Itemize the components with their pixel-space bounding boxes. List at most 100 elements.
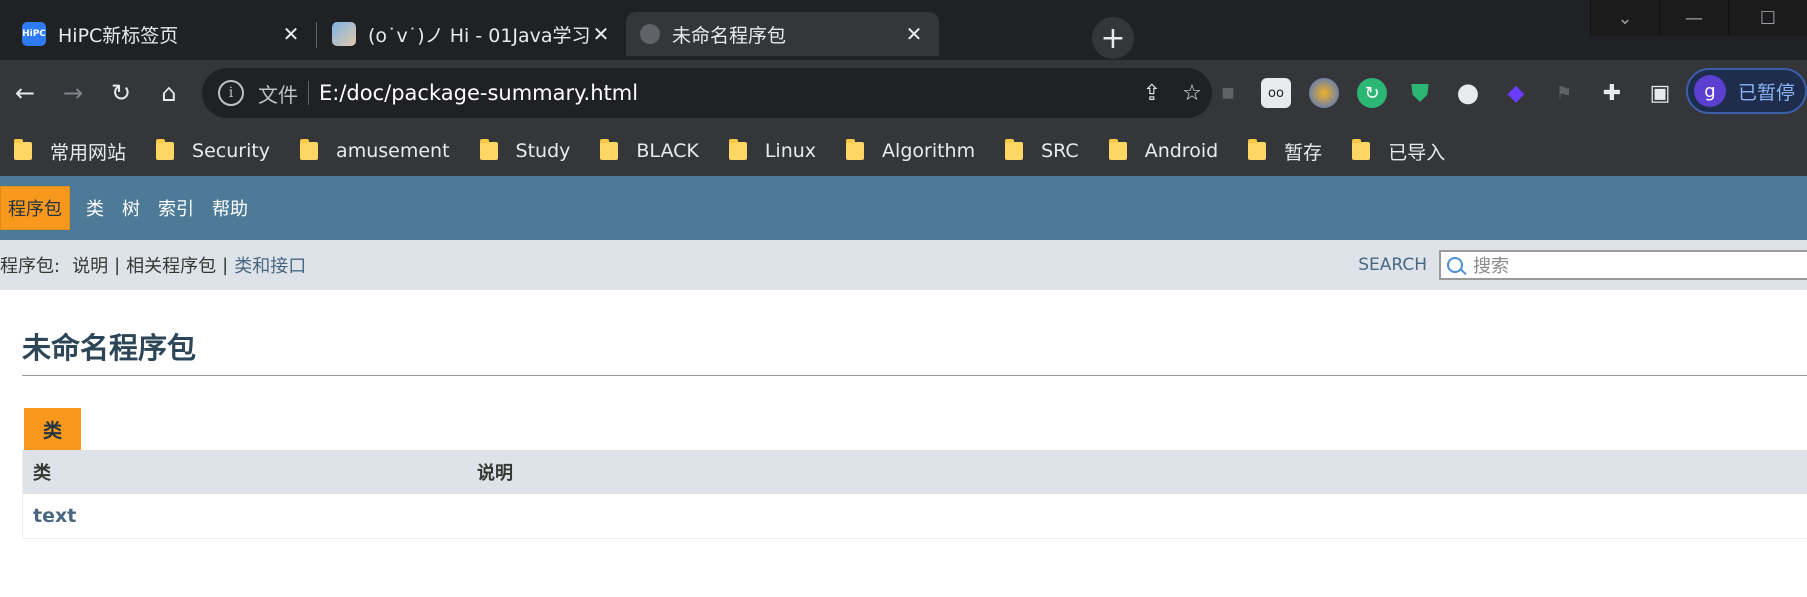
folder-icon bbox=[1248, 139, 1267, 160]
folder-icon bbox=[156, 139, 175, 160]
folder-icon bbox=[1352, 139, 1371, 160]
extension-layers-icon[interactable]: ◆ bbox=[1501, 78, 1531, 108]
extension-circle-icon[interactable]: ● bbox=[1453, 78, 1483, 108]
new-tab-button[interactable]: + bbox=[1092, 17, 1134, 59]
extension-shield-icon[interactable]: ⛊ bbox=[1405, 78, 1435, 108]
search-label: SEARCH bbox=[1358, 255, 1427, 275]
forward-icon[interactable]: → bbox=[54, 74, 92, 112]
search-placeholder: 搜索 bbox=[1473, 256, 1509, 277]
site-info-icon[interactable]: i bbox=[218, 80, 244, 106]
bookmark-label: 暂存 bbox=[1284, 141, 1323, 164]
table-row: text bbox=[23, 494, 1807, 538]
extension-refresh-icon[interactable]: ↻ bbox=[1357, 78, 1387, 108]
javadoc-sub-nav: 程序包: 说明 | 相关程序包 | 类和接口 SEARCH 搜索 bbox=[0, 240, 1807, 290]
extension-h-icon[interactable]: ■ bbox=[1213, 78, 1243, 108]
bookmark-label: SRC bbox=[1041, 140, 1079, 162]
tab-search-icon[interactable]: ⌄ bbox=[1590, 0, 1659, 36]
bookmark-folder[interactable]: BLACK bbox=[600, 139, 699, 162]
folder-icon bbox=[728, 139, 747, 160]
bookmark-star-icon[interactable]: ☆ bbox=[1172, 81, 1212, 106]
tab-title: HiPC新标签页 bbox=[58, 24, 179, 47]
bookmark-label: Algorithm bbox=[882, 140, 976, 162]
share-icon[interactable]: ⇪ bbox=[1132, 81, 1172, 106]
folder-icon bbox=[300, 139, 319, 160]
folder-icon bbox=[14, 139, 32, 160]
nav-help-link[interactable]: 帮助 bbox=[212, 195, 248, 221]
address-bar[interactable]: i 文件 E:/doc/package-summary.html ⇪ ☆ bbox=[202, 68, 1212, 118]
nav-tree-link[interactable]: 树 bbox=[122, 195, 140, 221]
tab-title: (o˙v˙)ノ Hi - 01Java学习_概述 bbox=[368, 24, 590, 47]
bookmark-label: 常用网站 bbox=[50, 141, 127, 164]
search-input[interactable]: 搜索 bbox=[1439, 250, 1807, 280]
close-tab-icon[interactable]: ✕ bbox=[280, 22, 302, 46]
side-panel-icon[interactable]: ▣ bbox=[1645, 78, 1675, 108]
extension-color-icon[interactable] bbox=[1309, 78, 1339, 108]
folder-icon bbox=[846, 139, 865, 160]
maximize-icon[interactable]: ☐ bbox=[1728, 0, 1807, 36]
anime-favicon-icon bbox=[332, 22, 356, 46]
folder-icon bbox=[1005, 139, 1024, 160]
profile-button[interactable]: g 已暂停 bbox=[1686, 68, 1807, 114]
reload-icon[interactable]: ↻ bbox=[102, 74, 140, 112]
column-header-class: 类 bbox=[33, 463, 51, 484]
bookmarks-bar: 常用网站 Security amusement Study BLACK Linu… bbox=[0, 126, 1807, 176]
extension-bookmark-icon[interactable]: ⚑ bbox=[1549, 78, 1579, 108]
globe-favicon-icon bbox=[640, 24, 660, 44]
bookmark-folder[interactable]: 暂存 bbox=[1248, 138, 1322, 165]
tab-java-study[interactable]: (o˙v˙)ノ Hi - 01Java学习_概述 ✕ bbox=[318, 12, 626, 56]
search-icon bbox=[1447, 257, 1463, 273]
bookmark-label: Android bbox=[1144, 140, 1219, 162]
close-tab-icon[interactable]: ✕ bbox=[903, 22, 925, 46]
bookmark-folder[interactable]: SRC bbox=[1005, 139, 1079, 162]
title-divider bbox=[22, 375, 1807, 376]
bookmark-folder[interactable]: Study bbox=[479, 139, 571, 162]
subnav-classes-link[interactable]: 类和接口 bbox=[234, 252, 306, 278]
bookmark-folder[interactable]: Security bbox=[156, 139, 271, 162]
subnav-separator: | bbox=[114, 254, 121, 276]
profile-status: 已暂停 bbox=[1738, 81, 1796, 104]
home-icon[interactable]: ⌂ bbox=[150, 74, 188, 112]
class-link[interactable]: text bbox=[23, 505, 477, 527]
nav-package-active: 程序包 bbox=[0, 186, 70, 230]
bookmark-label: amusement bbox=[336, 140, 450, 162]
subnav-description: 说明 bbox=[72, 256, 109, 277]
file-scheme-label: 文件 bbox=[258, 82, 298, 107]
back-icon[interactable]: ← bbox=[6, 74, 44, 112]
tab-package-summary[interactable]: 未命名程序包 ✕ bbox=[626, 12, 939, 56]
browser-toolbar: ← → ↻ ⌂ i 文件 E:/doc/package-summary.html… bbox=[0, 60, 1807, 126]
bookmark-label: BLACK bbox=[636, 140, 699, 162]
bookmark-label: 已导入 bbox=[1388, 141, 1446, 164]
page-title: 未命名程序包 bbox=[22, 331, 197, 365]
subnav-separator: | bbox=[222, 254, 229, 276]
column-header-description: 说明 bbox=[477, 463, 513, 484]
javadoc-top-nav: 程序包 类 树 索引 帮助 bbox=[0, 176, 1807, 240]
bookmark-label: Linux bbox=[764, 140, 817, 162]
omnibox-divider bbox=[308, 81, 309, 105]
bookmark-folder[interactable]: Algorithm bbox=[846, 139, 976, 162]
bookmark-folder[interactable]: Android bbox=[1108, 139, 1219, 162]
table-header: 类 说明 bbox=[23, 450, 1807, 494]
close-tab-icon[interactable]: ✕ bbox=[590, 22, 612, 46]
bookmark-folder[interactable]: 常用网站 bbox=[14, 138, 126, 165]
bookmark-folder[interactable]: Linux bbox=[728, 139, 817, 162]
nav-class-link[interactable]: 类 bbox=[86, 195, 104, 221]
extension-glasses-icon[interactable]: oo bbox=[1261, 78, 1291, 108]
nav-index-link[interactable]: 索引 bbox=[158, 195, 194, 221]
avatar: g bbox=[1694, 75, 1726, 107]
tab-strip: HiPC HiPC新标签页 ✕ (o˙v˙)ノ Hi - 01Java学习_概述… bbox=[0, 0, 1807, 60]
url-text[interactable]: E:/doc/package-summary.html bbox=[319, 81, 1132, 105]
hipc-favicon-icon: HiPC bbox=[22, 22, 46, 46]
bookmark-label: Security bbox=[192, 140, 271, 162]
folder-icon bbox=[1108, 139, 1127, 160]
minimize-icon[interactable]: — bbox=[1659, 0, 1728, 36]
tab-hipc[interactable]: HiPC HiPC新标签页 ✕ bbox=[8, 12, 316, 56]
class-summary-table: 类 说明 text bbox=[22, 450, 1807, 539]
table-caption: 类 bbox=[24, 408, 81, 450]
bookmark-label: Study bbox=[515, 140, 571, 162]
extensions-puzzle-icon[interactable]: ✚ bbox=[1597, 78, 1627, 108]
tab-title: 未命名程序包 bbox=[672, 24, 787, 47]
bookmark-folder[interactable]: amusement bbox=[300, 139, 450, 162]
search-area: SEARCH 搜索 bbox=[1358, 250, 1807, 280]
subnav-prefix: 程序包: bbox=[0, 256, 61, 277]
bookmark-folder[interactable]: 已导入 bbox=[1352, 138, 1445, 165]
